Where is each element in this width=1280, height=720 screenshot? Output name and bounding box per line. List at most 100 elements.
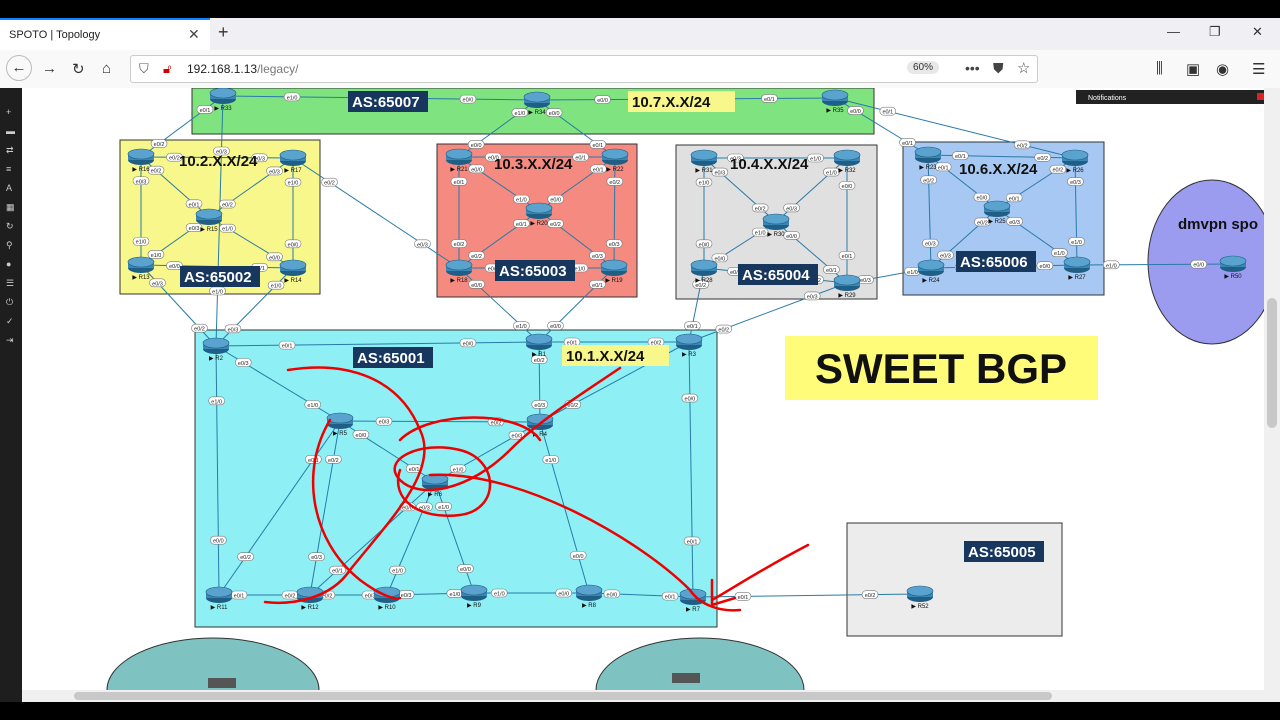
port-label-text: e0/0 <box>213 539 224 545</box>
port-label-text: e1/0 <box>151 253 162 259</box>
port-label-text: e0/0 <box>549 111 560 117</box>
node-icon[interactable]: ▬ <box>6 127 16 136</box>
router-icon <box>762 213 790 225</box>
port-label: e0/2 <box>751 203 769 212</box>
switch-1[interactable] <box>208 678 236 688</box>
router-icon <box>601 148 629 160</box>
menu-icon[interactable]: ☰ <box>1252 60 1265 78</box>
zoom-icon[interactable]: ⚲ <box>6 241 16 250</box>
router-icon <box>600 259 628 271</box>
check-icon[interactable]: ✓ <box>6 317 16 326</box>
new-tab-icon[interactable]: + <box>218 22 229 43</box>
shield-icon[interactable]: ⛉ <box>139 61 149 77</box>
router-label: ▶ R28 <box>695 278 713 284</box>
port-label-text: e0/2 <box>240 555 251 561</box>
port-label: e0/1 <box>196 105 214 114</box>
router-icon <box>326 412 354 424</box>
logout-icon[interactable]: ⇥ <box>6 336 16 345</box>
port-label: e0/3 <box>224 324 242 333</box>
router-label: ▶ R15 <box>200 227 218 233</box>
info-icon[interactable]: ● <box>6 260 16 269</box>
tab-topology[interactable]: SPOTO | Topology ✕ <box>0 18 210 50</box>
grid-icon[interactable]: ▦ <box>6 203 16 212</box>
port-label: e0/2 <box>237 552 254 561</box>
forward-icon[interactable]: → <box>42 60 57 77</box>
more-actions-icon[interactable]: ••• <box>965 60 980 76</box>
port-label: e0/0 <box>1036 261 1054 270</box>
port-label-text: e0/3 <box>860 278 871 284</box>
port-label: e0/0 <box>459 338 477 347</box>
router-label: ▶ R34 <box>528 110 546 116</box>
minimize-icon[interactable]: — <box>1167 24 1180 39</box>
router-icon <box>460 584 488 596</box>
account-icon[interactable]: ◉ <box>1216 60 1229 78</box>
topology-diagram: e0/0 e0/1 e0/1 e0/2 e0/2 e0/3 e0/3 e1/0 e1/0 e0/0… <box>106 88 1264 690</box>
port-label-text: e0/2 <box>1017 143 1028 149</box>
horizontal-scrollbar[interactable] <box>22 690 1264 702</box>
router-label: ▶ R22 <box>606 167 624 173</box>
router-label: ▶ R17 <box>284 168 302 174</box>
port-label: e0/1 <box>683 321 701 330</box>
close-tab-icon[interactable]: ✕ <box>188 26 200 43</box>
port-label: e0/2 <box>150 139 168 148</box>
port-label-text: e0/2 <box>285 594 296 600</box>
zoom-badge[interactable]: 60% <box>907 61 940 74</box>
as-label-as65005: AS:65005 <box>964 541 1044 562</box>
router-icon <box>525 333 553 345</box>
close-window-icon[interactable]: ✕ <box>1252 24 1263 40</box>
port-label-text: e0/1 <box>687 539 698 545</box>
power-icon[interactable]: ⏻ <box>6 298 16 307</box>
router-label: ▶ R24 <box>922 278 940 284</box>
switch-2[interactable] <box>672 673 700 683</box>
port-label: e0/1 <box>450 177 468 186</box>
subnet-label-as65003-text: 10.3.X.X/24 <box>494 156 573 173</box>
topology-canvas[interactable]: e0/0 e0/1 e0/1 e0/2 e0/2 e0/3 e0/3 e1/0 e1/0 e0/0… <box>22 88 1264 690</box>
home-icon[interactable]: ⌂ <box>102 60 111 77</box>
vertical-scrollbar[interactable] <box>1264 88 1280 702</box>
insecure-lock-icon[interactable]: 🔓︎ <box>163 61 171 77</box>
subnet-label-as65002: 10.2.X.X/24 <box>179 153 258 170</box>
notifications-bar[interactable]: Notifications <box>1076 90 1264 104</box>
text-icon[interactable]: A <box>6 184 16 193</box>
sidebar-toggle-icon[interactable]: ▣ <box>1186 60 1200 78</box>
port-label: e0/3 <box>711 167 729 177</box>
back-icon[interactable]: ← <box>6 55 32 81</box>
pocket-icon[interactable]: ⛊ <box>993 60 1004 77</box>
port-label-text: e0/0 <box>471 167 482 173</box>
port-label: e1/0 <box>284 177 302 187</box>
port-label: e0/0 <box>545 108 563 117</box>
router-icon <box>445 148 473 160</box>
library-icon[interactable]: ⫼ <box>1156 60 1163 77</box>
port-label-text: e0/3 <box>417 242 428 248</box>
list-icon[interactable]: ≡ <box>6 165 16 174</box>
port-label-text: e0/0 <box>471 143 482 149</box>
router-label: ▶ R7 <box>686 607 701 613</box>
router-icon <box>575 584 603 596</box>
url-bar[interactable]: ⛉ 🔓︎ 192.168.1.13/legacy/ 60% ••• ⛊ ☆ <box>130 55 1038 83</box>
browser-window: SPOTO | Topology ✕ + — ❐ ✕ ← → ↻ ⌂ ⛉ 🔓︎ … <box>0 18 1280 702</box>
swap-icon[interactable]: ⇄ <box>6 146 16 155</box>
port-label: e0/2 <box>325 454 342 464</box>
restore-icon[interactable]: ❐ <box>1209 24 1221 40</box>
bookmark-star-icon[interactable]: ☆ <box>1017 59 1030 77</box>
port-label: e0/1 <box>1005 193 1023 202</box>
port-label: e0/0 <box>352 430 370 439</box>
port-label-text: e1/0 <box>907 270 918 276</box>
url-text[interactable]: 192.168.1.13/legacy/ <box>187 62 298 76</box>
port-label-text: e0/0 <box>1193 263 1204 269</box>
port-label-text: e1/0 <box>494 592 505 598</box>
port-label-text: e0/2 <box>454 242 465 248</box>
router-label: ▶ R10 <box>378 605 396 611</box>
plus-icon[interactable]: + <box>6 108 16 117</box>
doc-icon[interactable]: ☰ <box>6 279 16 288</box>
router-icon <box>690 259 718 271</box>
port-label: e0/2 <box>450 239 468 248</box>
notifications-close-icon[interactable] <box>1257 93 1264 100</box>
refresh-icon[interactable]: ↻ <box>6 222 16 231</box>
port-label: e1/0 <box>267 280 285 290</box>
reload-icon[interactable]: ↻ <box>72 60 85 78</box>
port-label-text: e1/0 <box>1106 263 1117 269</box>
notifications-label: Notifications <box>1088 95 1127 102</box>
vertical-scroll-thumb[interactable] <box>1267 298 1277 428</box>
horizontal-scroll-thumb[interactable] <box>74 692 1052 700</box>
